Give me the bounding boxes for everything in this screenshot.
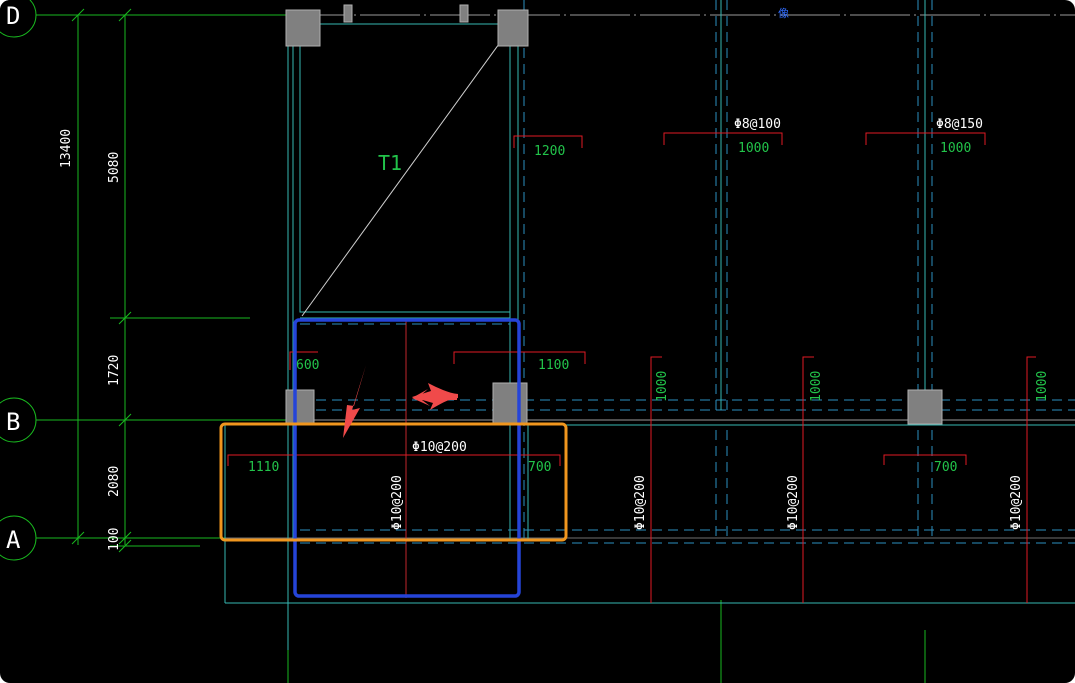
axis-hairlines	[225, 14, 1075, 598]
column-d-right	[497, 9, 529, 47]
right-frames	[720, 0, 926, 410]
beam-lines	[300, 0, 1075, 544]
grid-lines	[36, 8, 926, 683]
len-label-700-a: 700	[528, 460, 551, 475]
len-label-700-b: 700	[934, 460, 957, 475]
dim-d-upper: 5080	[107, 152, 122, 183]
len-label-1000-v1: 1000	[655, 371, 670, 402]
rebar-label-v1: Φ10@200	[390, 475, 405, 530]
column-d-left	[285, 9, 321, 47]
stair-label: T1	[378, 151, 402, 175]
rebar-label-v4: Φ10@200	[1009, 475, 1024, 530]
rebar-label-phi8-100: Φ8@100	[734, 117, 781, 132]
rebar-label-main: Φ10@200	[412, 440, 467, 455]
len-label-1200: 1200	[534, 144, 565, 159]
column-small-1	[343, 4, 353, 23]
arrow-down-icon	[343, 365, 366, 438]
axis-label-d: D	[6, 2, 20, 30]
len-label-1000-v3: 1000	[1035, 371, 1050, 402]
stair-diagonal	[301, 25, 513, 317]
dim-total: 13400	[59, 129, 74, 168]
len-label-1000-b: 1000	[940, 141, 971, 156]
rebar-label-v3: Φ10@200	[786, 475, 801, 530]
len-label-1000-v2: 1000	[809, 371, 824, 402]
axis-label-b: B	[6, 408, 20, 436]
drawing-svg[interactable]: D B A 13400 5080 1720 2080 100 T1 像 Φ8@1…	[0, 0, 1075, 683]
arrow-left-pointer-icon	[412, 383, 458, 410]
stair-well	[299, 23, 511, 313]
axis-bubbles	[0, 0, 37, 561]
len-label-1000-a: 1000	[738, 141, 769, 156]
dim-upper-b: 1720	[107, 355, 122, 386]
len-label-1110: 1110	[248, 460, 279, 475]
column-small-2	[459, 4, 469, 23]
columns	[285, 4, 943, 425]
dim-offset-a: 100	[107, 528, 122, 551]
top-marker-label: 像	[778, 7, 789, 20]
stair-outline	[224, 15, 1075, 650]
axis-label-a: A	[6, 526, 21, 554]
len-label-600: 600	[296, 358, 319, 373]
dim-b-a: 2080	[107, 466, 122, 497]
highlight-box-blue	[293, 318, 521, 598]
len-label-1100: 1100	[538, 358, 569, 373]
rebar-label-phi8-150: Φ8@150	[936, 117, 983, 132]
rebar-label-v2: Φ10@200	[633, 475, 648, 530]
rebar-lines	[227, 132, 1036, 603]
cad-canvas[interactable]: D B A 13400 5080 1720 2080 100 T1 像 Φ8@1…	[0, 0, 1075, 683]
column-b-mid	[492, 382, 528, 424]
column-b-left	[285, 389, 315, 425]
column-b-right	[907, 389, 943, 425]
